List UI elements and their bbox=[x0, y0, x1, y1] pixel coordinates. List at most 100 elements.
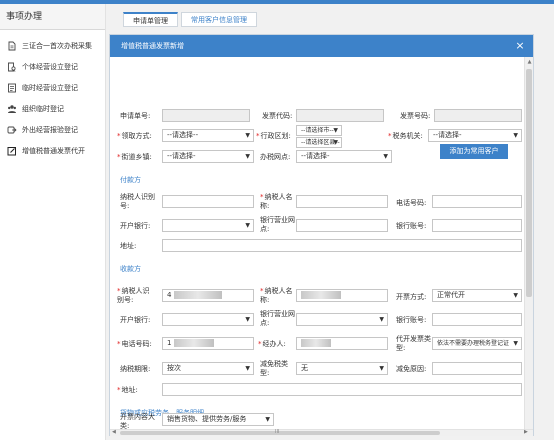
goods-category-select[interactable]: 销售货物、提供劳务/服务 ▼ bbox=[162, 413, 274, 426]
tab-application-management[interactable]: 申请单管理 bbox=[123, 12, 178, 27]
payer-name-label: *纳税人名称: bbox=[260, 193, 293, 210]
sidebar-item-linshi[interactable]: 临时经营设立登记 bbox=[0, 77, 105, 98]
period-label: 纳税期限: bbox=[120, 365, 151, 373]
period-select[interactable]: 按次 ▼ bbox=[162, 362, 254, 375]
invoice-code-input[interactable] bbox=[296, 109, 384, 122]
payer-name-input[interactable] bbox=[296, 195, 388, 208]
invoice-no-input[interactable] bbox=[434, 109, 522, 122]
office-point-select[interactable]: --请选择- ▼ bbox=[296, 150, 392, 163]
sidebar-item-label: 组织临时登记 bbox=[22, 104, 64, 113]
payee-address-label-text: 地址: bbox=[121, 386, 138, 394]
payer-tax-id-input[interactable] bbox=[162, 195, 254, 208]
issue-type-label: 开票方式: bbox=[396, 293, 427, 301]
chevron-down-icon: ▼ bbox=[245, 153, 250, 160]
reduce-reason-input[interactable] bbox=[432, 362, 522, 375]
sidebar-item-sanzheng[interactable]: 三证合一首次办税采集 bbox=[0, 35, 105, 56]
payer-bank-select[interactable]: ▼ bbox=[162, 219, 254, 232]
payee-bank-select[interactable]: ▼ bbox=[162, 313, 254, 326]
chevron-down-icon: ▼ bbox=[513, 340, 518, 347]
chevron-down-icon: ▼ bbox=[379, 316, 384, 323]
pickup-value: --请选择-- bbox=[167, 131, 199, 139]
invoice-code-label: 发票代码: bbox=[262, 112, 293, 120]
street-select[interactable]: --请选择- ▼ bbox=[162, 150, 254, 163]
export-icon bbox=[7, 126, 17, 133]
payer-phone-input[interactable] bbox=[432, 195, 522, 208]
sidebar: 事项办理 三证合一首次办税采集 个体经营设立登记 临时经营设立登记 组织临时登记… bbox=[0, 4, 106, 440]
masked-value bbox=[173, 339, 214, 347]
chevron-down-icon: ▼ bbox=[265, 416, 270, 423]
payer-branch-label: 银行营业网点: bbox=[260, 216, 295, 233]
reduce-type-select[interactable]: 无 ▼ bbox=[296, 362, 388, 375]
payee-phone-label-text: 电话号码: bbox=[121, 340, 152, 348]
payer-address-input[interactable] bbox=[162, 239, 522, 252]
scroll-thumb[interactable] bbox=[526, 69, 532, 297]
goods-category-value: 销售货物、提供劳务/服务 bbox=[167, 415, 247, 423]
payee-branch-select[interactable]: ▼ bbox=[296, 313, 388, 326]
sidebar-item-daikai[interactable]: 增值税普通发票代开 bbox=[0, 140, 105, 161]
payee-tax-id-input[interactable]: 4 bbox=[162, 289, 254, 302]
close-icon[interactable]: × bbox=[514, 35, 526, 57]
sidebar-item-getihu[interactable]: 个体经营设立登记 bbox=[0, 56, 105, 77]
chevron-down-icon: ▼ bbox=[245, 316, 250, 323]
payee-phone-input[interactable]: 1 bbox=[162, 337, 254, 350]
street-label-text: 街道乡镇: bbox=[121, 153, 152, 161]
invoice-dialog: 增值税普通发票新增 × 申请单号: 发票代码: 发票号码: *领取方式: --请… bbox=[109, 34, 534, 436]
issue-type-select[interactable]: 正常代开 ▼ bbox=[432, 289, 522, 302]
tax-office-select[interactable]: --请选择- ▼ bbox=[428, 129, 522, 142]
scroll-right-icon[interactable]: ▶ bbox=[524, 429, 528, 435]
apply-no-input[interactable] bbox=[162, 109, 250, 122]
masked-value bbox=[301, 291, 341, 299]
payee-phone-label: *电话号码: bbox=[117, 340, 152, 348]
payee-tax-id-label: *纳税人识别号: bbox=[117, 287, 150, 304]
chevron-down-icon: ▼ bbox=[379, 365, 384, 372]
agent-label-text: 经办人: bbox=[262, 340, 286, 348]
horizontal-scrollbar[interactable]: ◀ III ▶ bbox=[110, 429, 533, 436]
agent-label: *经办人: bbox=[258, 340, 286, 348]
sidebar-title: 事项办理 bbox=[0, 4, 105, 30]
pickup-label-text: 领取方式: bbox=[121, 132, 152, 140]
agent-type-select[interactable]: 依法不需要办理税务登记证 ▼ bbox=[432, 337, 522, 350]
masked-value bbox=[301, 339, 331, 347]
add-customer-button[interactable]: 添加为常用客户 bbox=[440, 144, 508, 159]
scroll-left-icon[interactable]: ◀ bbox=[112, 429, 116, 435]
payee-section-title: 收款方 bbox=[120, 265, 141, 273]
sidebar-item-waichu[interactable]: 外出经营报验登记 bbox=[0, 119, 105, 140]
tab-bar: 申请单管理 常用客户信息管理 bbox=[123, 12, 260, 27]
payee-name-input[interactable] bbox=[296, 289, 388, 302]
vertical-scrollbar[interactable]: ▲ bbox=[524, 57, 533, 429]
dialog-body: 申请单号: 发票代码: 发票号码: *领取方式: --请选择-- ▼ *行政区划:… bbox=[110, 57, 524, 429]
reduce-type-label: 减免税类型: bbox=[260, 360, 288, 377]
payer-account-input[interactable] bbox=[432, 219, 522, 232]
payee-address-input[interactable] bbox=[162, 383, 522, 396]
tax-office-label: *税务机关: bbox=[388, 132, 423, 140]
payee-account-input[interactable] bbox=[432, 313, 522, 326]
sidebar-item-zuzhi[interactable]: 组织临时登记 bbox=[0, 98, 105, 119]
form-icon bbox=[8, 83, 16, 92]
reduce-reason-label: 减免原因: bbox=[396, 365, 427, 373]
chevron-down-icon: ▼ bbox=[383, 153, 388, 160]
tax-office-value: --请选择- bbox=[433, 131, 462, 139]
chevron-down-icon: ▼ bbox=[245, 132, 250, 139]
chevron-down-icon: ▼ bbox=[245, 222, 250, 229]
edit-icon bbox=[7, 146, 16, 155]
main-area: 申请单管理 常用客户信息管理 增值税普通发票新增 × 申请单号: 发票代码: 发… bbox=[106, 4, 554, 440]
document-icon bbox=[8, 41, 16, 50]
scroll-thumb[interactable] bbox=[120, 431, 440, 435]
scroll-up-icon[interactable]: ▲ bbox=[526, 58, 533, 66]
pickup-select[interactable]: --请选择-- ▼ bbox=[162, 129, 254, 142]
group-icon bbox=[8, 104, 16, 113]
agent-input[interactable] bbox=[296, 337, 388, 350]
tax-office-label-text: 税务机关: bbox=[392, 132, 423, 140]
payee-tax-id-label-text: 纳税人识别号: bbox=[117, 287, 150, 304]
chevron-down-icon: ▼ bbox=[513, 292, 518, 299]
tab-customer-management[interactable]: 常用客户信息管理 bbox=[181, 12, 257, 27]
region-district-select[interactable]: --请选择区县-- ▼ bbox=[296, 137, 342, 148]
chevron-down-icon: ▼ bbox=[245, 365, 250, 372]
region-city-select[interactable]: --请选择市-- ▼ bbox=[296, 125, 342, 136]
payee-name-label: *纳税人名称: bbox=[260, 287, 293, 304]
payer-branch-input[interactable] bbox=[296, 219, 388, 232]
payee-bank-label: 开户银行: bbox=[120, 316, 151, 324]
dialog-header: 增值税普通发票新增 bbox=[110, 35, 533, 57]
payer-bank-label: 开户银行: bbox=[120, 222, 151, 230]
payer-tax-id-label: 纳税人识别号: bbox=[120, 193, 155, 210]
